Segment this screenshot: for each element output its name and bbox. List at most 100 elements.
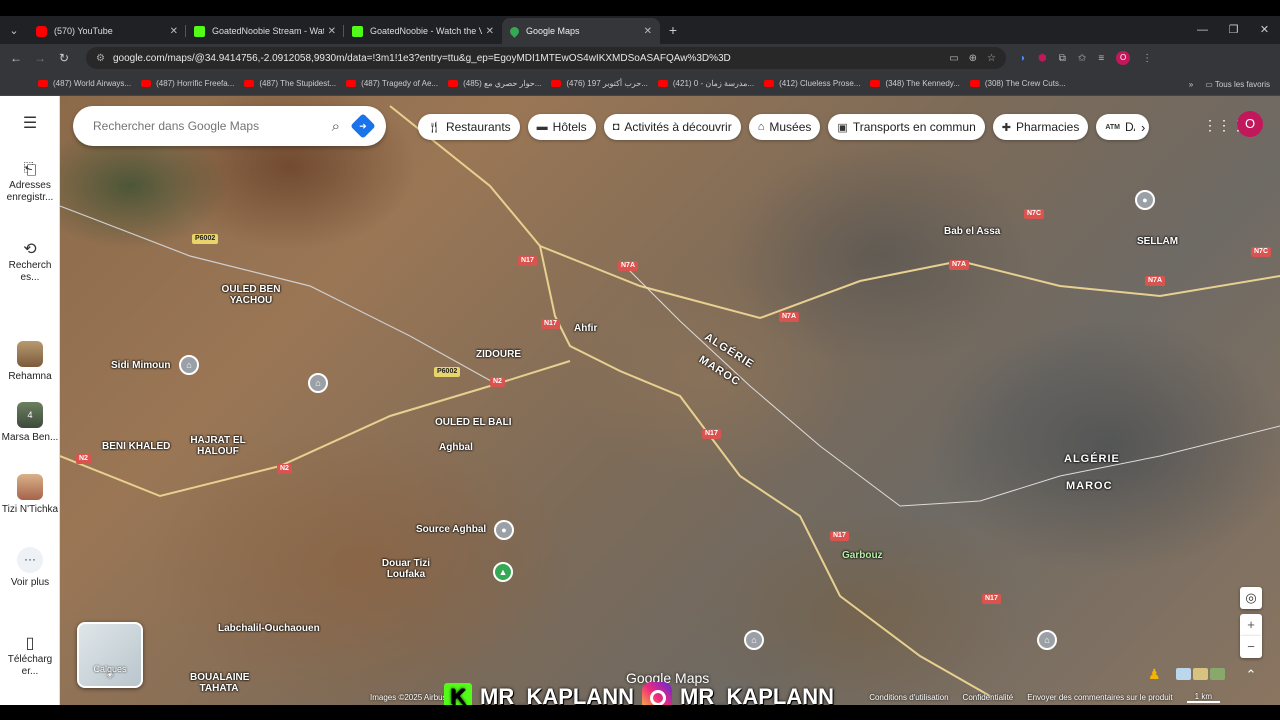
- tab-kick-vod[interactable]: GoatedNoobie - Watch the VO ✕: [344, 18, 502, 44]
- close-window-icon[interactable]: ✕: [1249, 16, 1280, 44]
- chevron-right-icon[interactable]: ›: [1141, 120, 1145, 135]
- place-marker-icon[interactable]: ●: [494, 520, 514, 540]
- menu-icon[interactable]: ⋮: [1142, 53, 1152, 64]
- layer-thumb[interactable]: [1176, 668, 1191, 680]
- place-label[interactable]: Sidi Mimoun: [111, 360, 170, 371]
- place-label[interactable]: SELLAM: [1137, 236, 1178, 247]
- scale-bar[interactable]: 1 km: [1186, 692, 1220, 703]
- chip-atm[interactable]: ATMDA›: [1096, 114, 1150, 140]
- recent-place-marsa-ben[interactable]: 4 Marsa Ben...: [0, 402, 60, 444]
- see-more-button[interactable]: ··· Voir plus: [0, 547, 60, 589]
- close-icon[interactable]: ✕: [328, 26, 336, 37]
- mosque-icon[interactable]: ⌂: [308, 373, 328, 393]
- new-tab-icon[interactable]: +: [660, 22, 686, 38]
- back-icon[interactable]: ←: [4, 51, 28, 65]
- satellite-map[interactable]: OULED BEN YACHOU Sidi Mimoun ⌂ ⌂ BENI KH…: [60, 96, 1280, 705]
- recent-place-rehamna[interactable]: Rehamna: [0, 341, 60, 383]
- layer-thumb[interactable]: [1210, 668, 1225, 680]
- menu-button[interactable]: ☰: [0, 116, 60, 134]
- my-location-icon[interactable]: ◎: [1240, 587, 1262, 609]
- imagery-credit: Images ©2025 Airbus: [370, 693, 447, 702]
- place-label[interactable]: Douar Tizi Loufaka: [378, 558, 434, 580]
- recent-searches[interactable]: ⟲ Recherch es...: [0, 242, 60, 284]
- place-label[interactable]: OULED BEN YACHOU: [216, 284, 286, 306]
- bookmark-item[interactable]: (421) مدرسة زمان - 0...: [657, 79, 754, 88]
- site-info-icon[interactable]: ⚙: [96, 53, 105, 64]
- extension-icon[interactable]: ◗: [1020, 53, 1026, 64]
- chip-pharmacies[interactable]: ✚ Pharmacies: [992, 114, 1089, 140]
- chevron-right-icon[interactable]: »: [1189, 80, 1193, 89]
- park-icon[interactable]: ▲: [493, 562, 513, 582]
- place-label[interactable]: Garbouz: [842, 550, 883, 561]
- address-bar[interactable]: ⚙ google.com/maps/@34.9414756,-2.0912058…: [86, 47, 1006, 69]
- bookmark-item[interactable]: (348) The Kennedy...: [870, 79, 960, 88]
- mosque-icon[interactable]: ⌂: [1037, 630, 1057, 650]
- tab-google-maps[interactable]: Google Maps ✕: [502, 18, 660, 44]
- place-label[interactable]: BENI KHALED: [102, 441, 170, 452]
- place-label[interactable]: Labchalil-Ouchaouen: [218, 623, 320, 634]
- media-icon[interactable]: ≡: [1098, 53, 1104, 64]
- restore-icon[interactable]: ❐: [1218, 16, 1249, 44]
- place-label[interactable]: ZIDOURE: [476, 349, 521, 360]
- chip-transit[interactable]: ▣ Transports en commun: [828, 114, 985, 140]
- install-icon[interactable]: ▭: [949, 53, 958, 64]
- bookmark-item[interactable]: (487) Tragedy of Ae...: [346, 79, 438, 88]
- tab-kick-stream[interactable]: GoatedNoobie Stream - Watch ✕: [186, 18, 344, 44]
- maps-search-box: ⌕ ➜: [73, 106, 386, 146]
- privacy-link[interactable]: Confidentialité: [963, 693, 1014, 702]
- account-avatar[interactable]: O: [1237, 111, 1263, 137]
- expand-icon[interactable]: ⌃: [1240, 664, 1262, 686]
- directions-icon[interactable]: ➜: [350, 113, 376, 139]
- chip-museums[interactable]: ⌂ Musées: [748, 114, 821, 140]
- chip-hotels[interactable]: ▬ Hôtels: [527, 114, 596, 140]
- profile-avatar[interactable]: O: [1116, 51, 1131, 65]
- road-shield: N2: [490, 377, 505, 387]
- bookmark-item[interactable]: (476) حرب أكتوبر 197...: [551, 79, 648, 88]
- layer-thumb[interactable]: [1193, 668, 1208, 680]
- zoom-out-button[interactable]: −: [1240, 636, 1262, 658]
- tab-youtube[interactable]: (570) YouTube ✕: [28, 18, 186, 44]
- school-icon[interactable]: ●: [1135, 190, 1155, 210]
- feedback-link[interactable]: Envoyer des commentaires sur le produit: [1027, 693, 1172, 702]
- shield-icon[interactable]: ⬢: [1038, 53, 1047, 64]
- place-label[interactable]: HAJRAT EL HALOUF: [188, 435, 248, 457]
- zoom-icon[interactable]: ⊕: [969, 53, 977, 64]
- road-shield: N7A: [1145, 276, 1166, 286]
- star-icon[interactable]: ☆: [987, 53, 996, 64]
- place-label[interactable]: Ahfir: [574, 323, 597, 334]
- bookmark-item[interactable]: (487) The Stupidest...: [244, 79, 336, 88]
- puzzle-icon[interactable]: ⧉: [1059, 53, 1066, 64]
- chip-restaurants[interactable]: 🍴︎ Restaurants: [418, 114, 520, 140]
- place-label[interactable]: Bab el Assa: [944, 226, 1000, 237]
- place-label[interactable]: Aghbal: [439, 442, 473, 453]
- search-input[interactable]: [93, 119, 326, 133]
- bookmark-item[interactable]: (308) The Crew Cuts...: [969, 79, 1066, 88]
- bookmark-star-icon[interactable]: ✩: [1078, 53, 1086, 64]
- forward-icon[interactable]: →: [28, 51, 52, 65]
- tab-search-icon[interactable]: ⌄: [0, 16, 28, 44]
- close-icon[interactable]: ✕: [644, 26, 652, 37]
- terms-link[interactable]: Conditions d'utilisation: [869, 693, 948, 702]
- layers-button[interactable]: ◈ Calques: [77, 622, 143, 688]
- all-bookmarks[interactable]: ▭ Tous les favoris: [1205, 80, 1270, 89]
- bookmark-item[interactable]: (487) World Airways...: [38, 79, 131, 88]
- reload-icon[interactable]: ↻: [52, 51, 76, 65]
- mosque-icon[interactable]: ⌂: [744, 630, 764, 650]
- zoom-in-button[interactable]: +: [1240, 614, 1262, 636]
- close-icon[interactable]: ✕: [170, 26, 178, 37]
- bookmark-item[interactable]: (412) Clueless Prose...: [764, 79, 860, 88]
- place-label[interactable]: Source Aghbal: [416, 524, 486, 535]
- landmark-icon[interactable]: ⌂: [179, 355, 199, 375]
- layer-thumbnails[interactable]: [1176, 668, 1225, 680]
- recent-place-tizi-ntichka[interactable]: Tizi N'Tichka: [0, 474, 60, 516]
- saved-places[interactable]: ⎗ Adresses enregistr...: [0, 162, 60, 204]
- bookmark-item[interactable]: (485) حوار حصري مع...: [448, 79, 541, 88]
- pegman-icon[interactable]: ♟: [1148, 666, 1164, 686]
- place-label[interactable]: OULED EL BALI: [435, 417, 511, 428]
- search-icon[interactable]: ⌕: [332, 118, 340, 135]
- minimize-icon[interactable]: —: [1187, 16, 1218, 44]
- bookmark-item[interactable]: (487) Horrific Freefa...: [141, 79, 234, 88]
- chip-activities[interactable]: ◘ Activités à découvrir: [603, 114, 741, 140]
- close-icon[interactable]: ✕: [486, 26, 494, 37]
- download-app[interactable]: ▯ Télécharg er...: [0, 636, 60, 678]
